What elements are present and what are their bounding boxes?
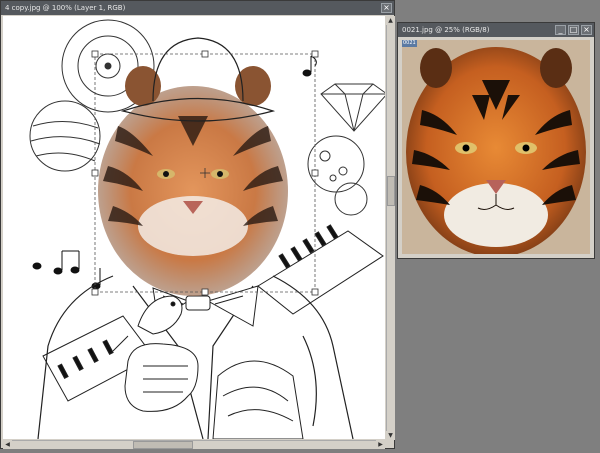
minimize-icon[interactable]: _ <box>555 25 566 35</box>
close-icon[interactable]: × <box>581 25 592 35</box>
gramophone-sketch <box>212 360 304 439</box>
scroll-down-icon[interactable]: ▼ <box>386 431 395 440</box>
secondary-document-window[interactable]: 0021.jpg @ 25% (RGB/8) _ □ × 0021 <box>397 22 595 259</box>
artwork <box>29 19 385 439</box>
document-canvas[interactable] <box>3 16 385 439</box>
horizontal-scroll-thumb[interactable] <box>133 441 193 449</box>
vertical-scrollbar[interactable]: ▲ ▼ <box>386 16 395 440</box>
scroll-left-icon[interactable]: ◀ <box>3 440 12 449</box>
tiger-photo-canvas[interactable]: 0021 <box>402 40 590 254</box>
tiger-head <box>98 66 288 296</box>
close-icon[interactable]: × <box>381 3 392 13</box>
vertical-scroll-thumb[interactable] <box>387 176 395 206</box>
diamond-sketch <box>320 83 385 132</box>
tiger-photo <box>402 40 590 254</box>
secondary-window-title: 0021.jpg @ 25% (RGB/8) <box>402 26 490 34</box>
image-tab-label: 0021 <box>402 40 417 47</box>
ball-sketch <box>29 100 101 172</box>
main-window-title: 4 copy.jpg @ 100% (Layer 1, RGB) <box>5 4 126 12</box>
scroll-right-icon[interactable]: ▶ <box>376 440 385 449</box>
maximize-icon[interactable]: □ <box>568 25 579 35</box>
scroll-up-icon[interactable]: ▲ <box>386 16 395 25</box>
main-document-window[interactable]: 4 copy.jpg @ 100% (Layer 1, RGB) × ▲ ▼ ◀… <box>0 0 395 449</box>
horizontal-scrollbar[interactable]: ◀ ▶ <box>3 440 385 449</box>
main-window-titlebar[interactable]: 4 copy.jpg @ 100% (Layer 1, RGB) <box>1 1 394 15</box>
